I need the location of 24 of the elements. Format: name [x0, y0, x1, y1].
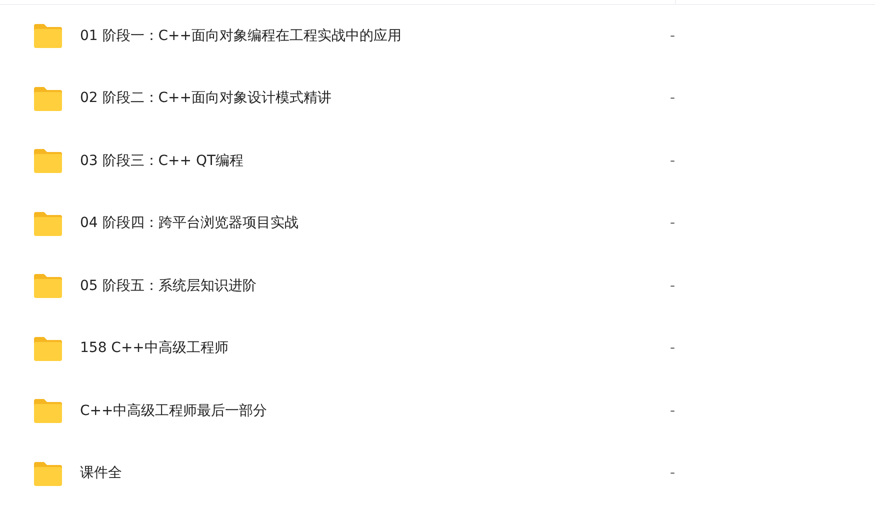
folder-icon	[33, 23, 63, 50]
folder-name[interactable]: 课件全	[80, 463, 670, 484]
folder-icon	[33, 210, 63, 237]
folder-icon	[33, 398, 63, 424]
folder-name[interactable]: 158 C++中高级工程师	[80, 338, 670, 360]
folder-name[interactable]: 02 阶段二：C++面向对象设计模式精讲	[80, 88, 670, 110]
folder-icon	[33, 336, 63, 362]
file-size: -	[670, 402, 676, 421]
folder-icon	[33, 273, 63, 300]
file-size: -	[670, 214, 676, 234]
file-size: -	[670, 26, 676, 46]
folder-name[interactable]: 01 阶段一：C++面向对象编程在工程实战中的应用	[80, 26, 670, 47]
file-size: -	[670, 152, 676, 171]
folder-icon	[33, 86, 63, 112]
folder-icon	[33, 460, 63, 487]
file-size: -	[670, 89, 676, 108]
folder-name[interactable]: 04 阶段四：跨平台浏览器项目实战	[80, 213, 670, 234]
folder-name[interactable]: 03 阶段三：C++ QT编程	[80, 150, 670, 172]
folder-name[interactable]: C++中高级工程师最后一部分	[80, 400, 670, 422]
file-size: -	[670, 464, 676, 484]
file-size: -	[670, 339, 676, 358]
file-size: -	[670, 276, 676, 296]
folder-icon	[33, 148, 63, 174]
folder-name[interactable]: 05 阶段五：系统层知识进阶	[80, 276, 670, 297]
